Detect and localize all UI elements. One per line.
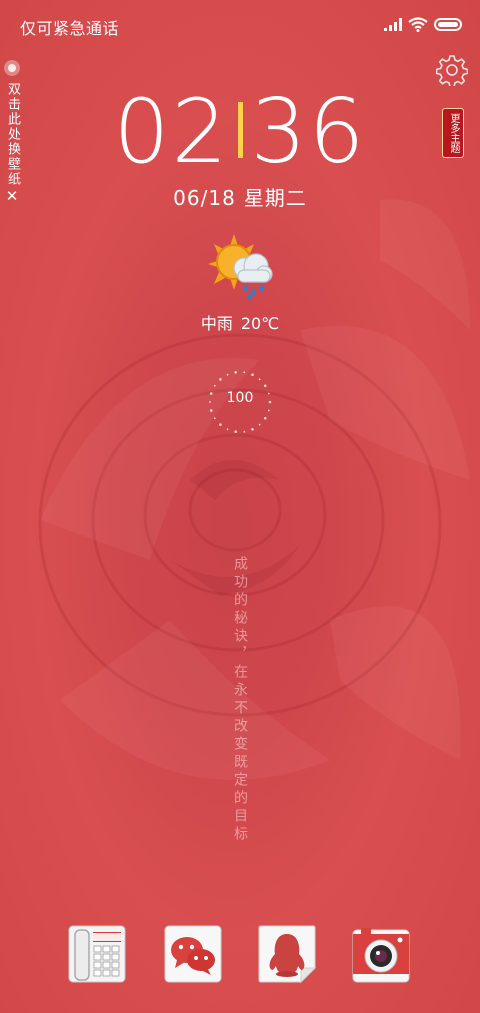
ring-dot [251,373,254,377]
ring-dot [263,416,267,420]
ring-dot [209,409,213,412]
status-bar: 仅可紧急通话 [0,0,480,52]
ring-dot [213,384,216,387]
carrier-label: 仅可紧急通话 [20,19,120,38]
ring-dot [226,373,229,376]
wechat-icon[interactable] [163,924,223,984]
record-dot-icon [4,60,20,76]
ring-dot [219,378,222,381]
clock-separator [237,102,243,158]
signal-icon [384,18,402,31]
date-weekday: 星期二 [243,186,307,210]
ring-dot [267,409,270,412]
settings-gear-icon[interactable] [436,54,468,86]
wifi-icon [408,17,428,32]
battery-icon [434,18,462,31]
weather-condition: 中雨 [200,314,233,333]
phone-icon[interactable] [67,924,127,984]
motto-text: 成功的秘诀，在永不改变既定的目标 [232,556,248,844]
sun-cloud-rain-icon[interactable] [206,232,276,302]
ring-dot [258,423,261,426]
ring-counter-value: 100 [226,390,254,406]
clock-hours: 02 [113,80,230,183]
date: 06/18 星期二 [0,182,480,211]
ring-dot [258,378,261,381]
ring-dot [243,371,246,374]
ring-dot [219,423,222,426]
ring-dot [213,417,216,420]
ring-dot [263,384,267,388]
weather-temperature: 20℃ [240,314,280,333]
weather-summary: 中雨 20℃ [0,310,480,334]
date-day: 06/18 [173,186,236,210]
ring-dot [243,430,246,433]
ring-dot [234,371,238,374]
clock-minutes: 36 [250,80,367,183]
qq-penguin-icon[interactable] [257,924,317,984]
clock: 02 36 [0,84,480,180]
ring-dot [234,430,238,433]
camera-icon[interactable] [351,924,411,984]
ring-dot [251,427,254,431]
ring-dot [226,428,229,431]
dock [0,924,480,986]
